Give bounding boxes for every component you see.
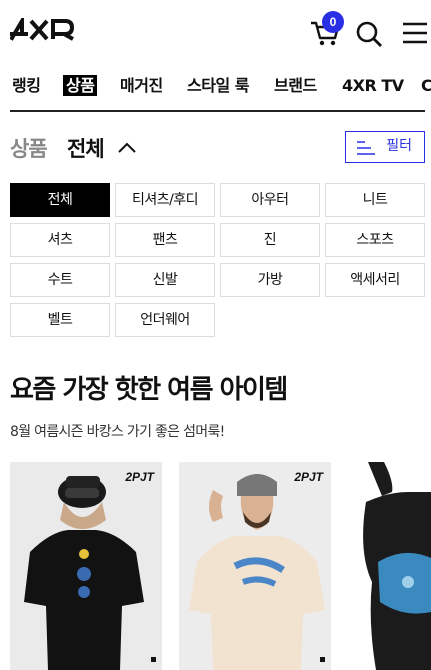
category-shirts[interactable]: 셔츠 — [10, 223, 110, 257]
nav-item-style-look[interactable]: 스타일 룩 — [187, 72, 249, 100]
product-image — [348, 462, 431, 670]
category-underwear[interactable]: 언더웨어 — [115, 303, 215, 337]
category-jeans[interactable]: 진 — [220, 223, 320, 257]
filter-icon — [357, 141, 375, 155]
category-accessories[interactable]: 액세서리 — [325, 263, 425, 297]
product-marker — [151, 657, 156, 662]
menu-icon — [403, 22, 427, 44]
category-pants[interactable]: 팬츠 — [115, 223, 215, 257]
product-brand: 2PJT — [294, 470, 323, 484]
search-button[interactable] — [355, 20, 383, 52]
collapse-button[interactable] — [117, 139, 137, 158]
promo-title: 요즘 가장 핫한 여름 아이템 — [10, 375, 288, 405]
nav-divider — [10, 110, 425, 112]
nav-item-ranking[interactable]: 랭킹 — [12, 72, 41, 100]
nav-item-magazine[interactable]: 매거진 — [120, 72, 163, 100]
category-belts[interactable]: 벨트 — [10, 303, 110, 337]
category-outer[interactable]: 아우터 — [220, 183, 320, 217]
menu-button[interactable] — [401, 20, 431, 50]
product-marker — [320, 657, 325, 662]
nav-item-more[interactable]: C — [421, 72, 431, 100]
brand-logo[interactable] — [9, 13, 86, 46]
promo-subtitle: 8월 여름시즌 바캉스 가기 좋은 섬머룩! — [10, 424, 225, 440]
cart-count-badge: 0 — [322, 11, 344, 33]
page-title: 전체 — [67, 137, 105, 161]
product-brand: 2PJT — [125, 470, 154, 484]
category-all[interactable]: 전체 — [10, 183, 110, 217]
category-bags[interactable]: 가방 — [220, 263, 320, 297]
chevron-up-icon — [118, 142, 136, 153]
nav-item-brand[interactable]: 브랜드 — [274, 72, 317, 100]
category-tshirts-hoodies[interactable]: 티셔츠/후디 — [115, 183, 215, 217]
nav-item-tv[interactable]: 4XR TV — [342, 72, 404, 100]
product-image — [179, 462, 331, 670]
search-icon — [356, 21, 382, 47]
category-suits[interactable]: 수트 — [10, 263, 110, 297]
product-card[interactable] — [348, 462, 431, 670]
product-card[interactable]: 2PJT — [179, 462, 331, 670]
filter-button[interactable]: 필터 — [345, 131, 425, 163]
header: 0 — [0, 0, 431, 64]
product-card[interactable]: 2PJT — [10, 462, 162, 670]
breadcrumb[interactable]: 상품 — [10, 133, 48, 163]
section-header: 상품 전체 필터 — [10, 131, 425, 165]
nav-item-products[interactable]: 상품 — [63, 72, 98, 100]
category-shoes[interactable]: 신발 — [115, 263, 215, 297]
main-nav: 랭킹 상품 매거진 스타일 룩 브랜드 4XR TV C — [0, 72, 431, 100]
category-knit[interactable]: 니트 — [325, 183, 425, 217]
product-image — [10, 462, 162, 670]
category-sports[interactable]: 스포츠 — [325, 223, 425, 257]
filter-label: 필터 — [386, 138, 412, 154]
